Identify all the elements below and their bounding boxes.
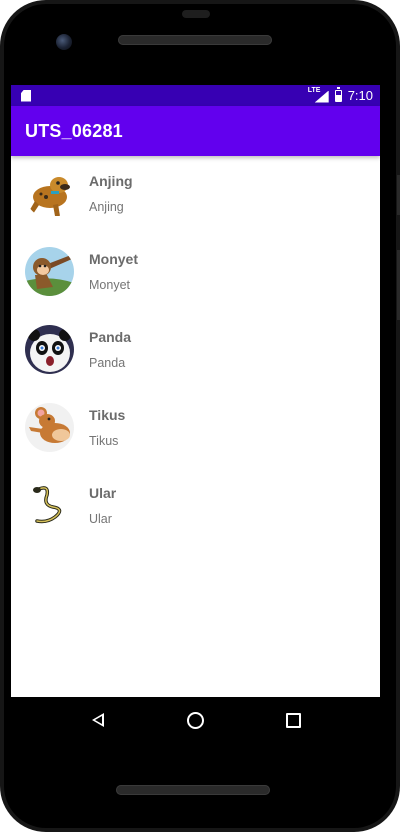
list-item[interactable]: Monyet Monyet [11,234,380,312]
item-title: Tikus [89,407,126,423]
navigation-bar [11,697,380,743]
item-subtitle: Tikus [89,434,119,448]
sensor-slot [182,10,210,18]
list-item[interactable]: Panda Panda [11,312,380,390]
home-icon [186,711,204,729]
snake-avatar [25,481,74,530]
front-camera [56,34,72,50]
app-bar: UTS_06281 [11,106,380,156]
status-bar: LTE 7:10 [11,85,380,106]
dog-avatar [25,169,74,218]
list-item[interactable]: Anjing Anjing [11,156,380,234]
item-title: Ular [89,485,117,501]
status-time: 7:10 [347,88,373,103]
animal-list[interactable]: Anjing Anjing Monyet Monyet Panda Panda … [11,156,380,546]
lte-signal-icon: LTE [307,86,329,103]
bottom-speaker [116,785,270,795]
item-subtitle: Panda [89,356,126,370]
phone-frame: LTE 7:10 UTS_06281 Anjing Anjing Monyet … [0,0,400,832]
home-button[interactable] [185,710,205,730]
panda-avatar [25,325,74,374]
back-icon [91,713,104,727]
sd-card-icon [21,89,31,102]
list-item[interactable]: Ular Ular [11,468,380,546]
item-subtitle: Monyet [89,278,130,292]
recents-button[interactable] [283,710,303,730]
recents-icon [285,712,301,728]
item-title: Anjing [89,173,133,189]
list-item[interactable]: Tikus Tikus [11,390,380,468]
network-label: LTE [307,86,321,94]
mouse-avatar [25,403,74,452]
item-subtitle: Anjing [89,200,124,214]
app-title: UTS_06281 [25,120,123,141]
top-speaker [118,35,272,45]
item-subtitle: Ular [89,512,112,526]
status-icons: LTE 7:10 [307,86,373,103]
screen: LTE 7:10 UTS_06281 Anjing Anjing Monyet … [11,85,380,743]
item-title: Monyet [89,251,138,267]
item-title: Panda [89,329,132,345]
monkey-avatar [25,247,74,296]
back-button[interactable] [88,710,108,730]
battery-icon [334,86,342,102]
